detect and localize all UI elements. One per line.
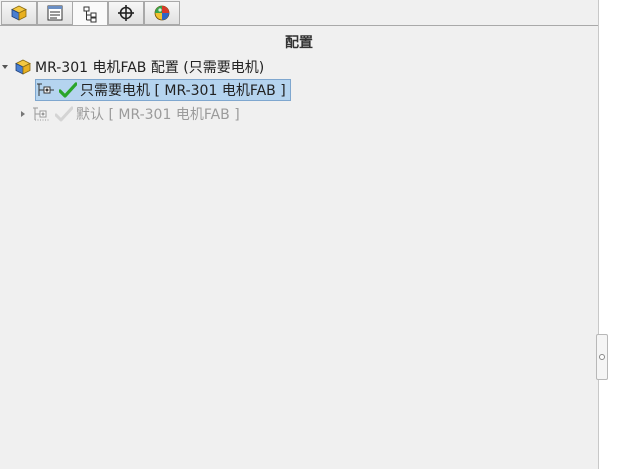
tab-display-manager[interactable] xyxy=(144,1,180,25)
feature-manager-icon xyxy=(11,5,27,21)
expand-arrow-icon[interactable] xyxy=(18,109,28,119)
inactive-checkmark-icon xyxy=(55,106,73,122)
panel-resize-handle[interactable] xyxy=(596,334,608,380)
part-icon xyxy=(14,58,32,76)
panel-title: 配置 xyxy=(285,35,313,51)
dimxpert-icon xyxy=(118,5,134,21)
display-manager-icon xyxy=(154,5,170,21)
configuration-icon xyxy=(32,105,52,123)
tree-item-label: 默认 [ MR-301 电机FAB ] xyxy=(76,107,240,123)
tree-item-label: 只需要电机 [ MR-301 电机FAB ] xyxy=(80,83,286,99)
property-manager-icon xyxy=(47,5,63,21)
grip-dot-icon xyxy=(599,354,605,360)
tree-root-label: MR-301 电机FAB 配置 (只需要电机) xyxy=(35,60,265,76)
active-checkmark-icon xyxy=(59,82,77,98)
configuration-icon xyxy=(36,81,56,99)
tree-item-active-config[interactable]: 只需要电机 [ MR-301 电机FAB ] xyxy=(35,79,291,101)
tab-dimxpert-manager[interactable] xyxy=(108,1,144,25)
tree-root-node[interactable]: MR-301 电机FAB 配置 (只需要电机) xyxy=(0,58,264,76)
tab-configuration-manager[interactable] xyxy=(72,1,108,26)
manager-tab-strip xyxy=(0,0,600,26)
collapse-arrow-icon[interactable] xyxy=(0,62,10,72)
tree-item-default-config[interactable]: 默认 [ MR-301 电机FAB ] xyxy=(18,103,240,125)
configuration-manager-panel: 配置 MR-301 电机FAB 配置 (只需要电机) 只需要电机 [MR-30… xyxy=(0,25,598,469)
configuration-manager-icon xyxy=(83,6,97,22)
tab-property-manager[interactable] xyxy=(37,1,73,25)
tab-feature-manager[interactable] xyxy=(1,1,37,25)
graphics-area-edge xyxy=(598,0,637,469)
